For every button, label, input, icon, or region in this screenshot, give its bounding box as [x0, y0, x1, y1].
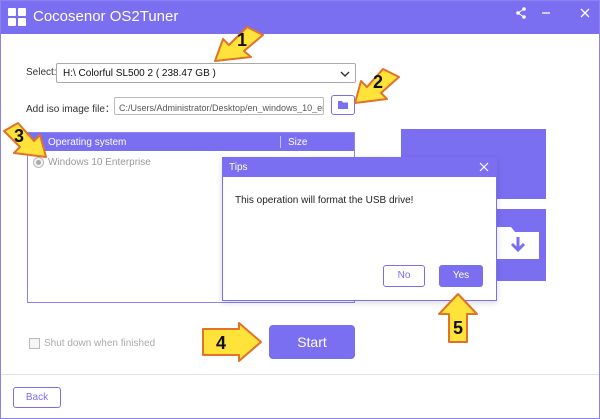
footer-divider: [1, 374, 599, 375]
step-marker-4: 4: [199, 321, 265, 363]
iso-label: Add iso image file：: [26, 104, 115, 115]
drive-select-value: H:\ Colorful SL500 2 ( 238.47 GB ): [63, 68, 216, 79]
iso-path-field[interactable]: [114, 97, 324, 115]
back-button[interactable]: Back: [13, 387, 61, 408]
column-header-size: Size: [288, 137, 308, 148]
tips-dialog: Tips This operation will format the USB …: [222, 157, 497, 301]
dialog-message: This operation will format the USB drive…: [235, 195, 414, 206]
app-logo-icon: [8, 8, 26, 26]
chevron-down-icon: [339, 67, 351, 79]
shutdown-checkbox[interactable]: [29, 338, 40, 349]
marker-label: 5: [453, 318, 463, 338]
table-header: Operating system Size: [28, 133, 354, 151]
marker-label: 4: [216, 333, 226, 353]
start-button[interactable]: Start: [269, 325, 355, 359]
shutdown-label: Shut down when finished: [44, 338, 156, 349]
app-title: Cocosenor OS2Tuner: [33, 8, 179, 25]
marker-label: 2: [373, 72, 383, 92]
drive-select[interactable]: H:\ Colorful SL500 2 ( 238.47 GB ): [56, 63, 356, 83]
step-marker-2: 2: [353, 65, 401, 107]
app-window: Cocosenor OS2Tuner Select: H:\ Colorful …: [0, 0, 600, 419]
column-divider: [280, 136, 281, 148]
select-label: Select:: [26, 67, 57, 78]
folder-download-icon: [495, 223, 541, 261]
step-marker-5: 5: [437, 292, 479, 344]
share-icon[interactable]: [512, 6, 530, 24]
folder-icon: [338, 101, 348, 109]
title-bar: Cocosenor OS2Tuner: [1, 1, 599, 34]
close-icon[interactable]: [576, 6, 594, 24]
column-header-os: Operating system: [48, 137, 127, 148]
no-button[interactable]: No: [383, 265, 425, 287]
os-name: Windows 10 Enterprise: [48, 157, 151, 168]
iso-path-input[interactable]: [115, 100, 323, 114]
dialog-close-icon[interactable]: [477, 159, 491, 175]
marker-label: 3: [14, 126, 24, 146]
marker-label: 1: [237, 30, 247, 50]
dialog-title: Tips: [229, 162, 248, 173]
step-marker-1: 1: [213, 21, 269, 65]
dialog-title-bar: Tips: [223, 158, 496, 177]
browse-folder-button[interactable]: [331, 95, 355, 115]
yes-button[interactable]: Yes: [439, 265, 483, 287]
minimize-icon[interactable]: [537, 6, 555, 24]
step-marker-3: 3: [2, 119, 48, 161]
